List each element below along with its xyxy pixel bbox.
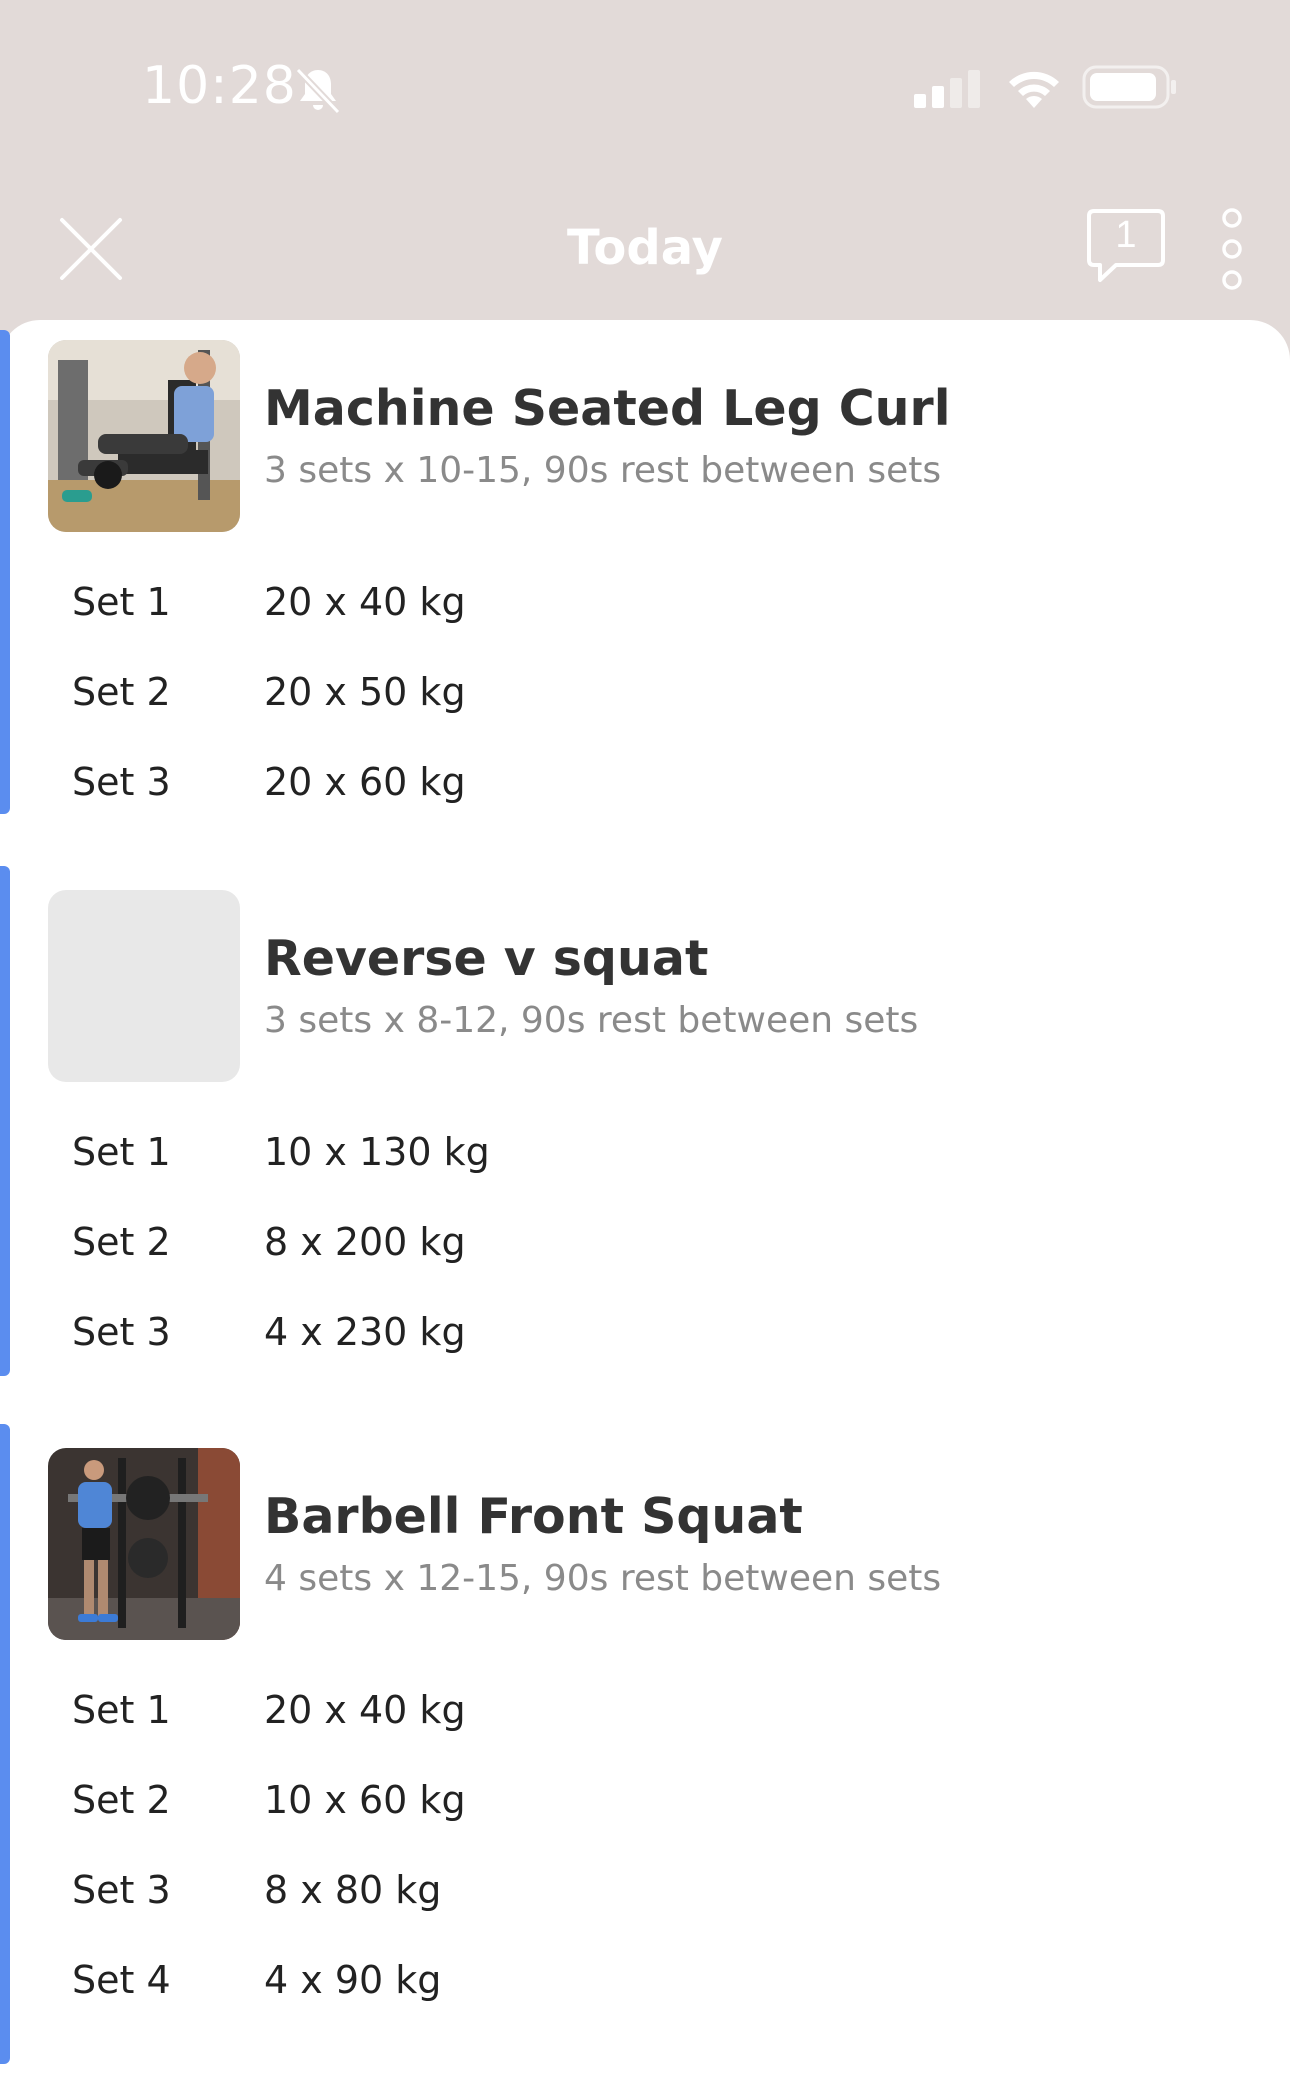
set-row[interactable]: Set 2 10 x 60 kg xyxy=(0,1762,1290,1842)
set-row[interactable]: Set 4 4 x 90 kg xyxy=(0,1942,1290,2022)
set-value: 8 x 80 kg xyxy=(264,1868,442,1912)
set-row[interactable]: Set 1 20 x 40 kg xyxy=(0,564,1290,644)
set-value: 10 x 130 kg xyxy=(264,1130,490,1174)
battery-icon xyxy=(1082,65,1176,109)
exercise-title: Barbell Front Squat xyxy=(264,1488,803,1545)
wifi-icon xyxy=(1009,71,1059,108)
set-row[interactable]: Set 2 20 x 50 kg xyxy=(0,654,1290,734)
set-value: 20 x 50 kg xyxy=(264,670,466,714)
set-label: Set 3 xyxy=(72,1310,171,1354)
exercise-title: Reverse v squat xyxy=(264,930,709,987)
exercise-subtitle: 3 sets x 10-15, 90s rest between sets xyxy=(264,450,942,491)
exercise-thumbnail-placeholder[interactable] xyxy=(48,890,240,1082)
set-label: Set 1 xyxy=(72,1688,171,1732)
exercise-thumbnail[interactable] xyxy=(48,340,240,532)
set-value: 4 x 230 kg xyxy=(264,1310,466,1354)
set-label: Set 1 xyxy=(72,1130,171,1174)
exercise-thumbnail[interactable] xyxy=(48,1448,240,1640)
set-row[interactable]: Set 1 10 x 130 kg xyxy=(0,1114,1290,1194)
set-value: 8 x 200 kg xyxy=(264,1220,466,1264)
set-value: 20 x 40 kg xyxy=(264,580,466,624)
bell-off-icon xyxy=(295,67,341,115)
set-value: 20 x 60 kg xyxy=(264,760,466,804)
workout-sheet: Machine Seated Leg Curl 3 sets x 10-15, … xyxy=(0,320,1290,2080)
front-squat-photo xyxy=(48,1448,240,1640)
comments-button[interactable]: 1 xyxy=(1086,208,1166,284)
more-options-button[interactable] xyxy=(1212,204,1252,294)
set-value: 4 x 90 kg xyxy=(264,1958,442,2002)
exercise-card[interactable]: Barbell Front Squat 4 sets x 12-15, 90s … xyxy=(0,1424,1290,2064)
status-bar: 10:28 xyxy=(0,0,1290,170)
set-value: 20 x 40 kg xyxy=(264,1688,466,1732)
set-row[interactable]: Set 1 20 x 40 kg xyxy=(0,1672,1290,1752)
exercise-title: Machine Seated Leg Curl xyxy=(264,380,951,437)
signal-icon xyxy=(914,70,980,108)
comment-count: 1 xyxy=(1115,214,1137,256)
leg-curl-photo xyxy=(48,340,240,532)
set-label: Set 1 xyxy=(72,580,171,624)
set-label: Set 3 xyxy=(72,760,171,804)
status-time: 10:28 xyxy=(142,56,297,116)
set-label: Set 3 xyxy=(72,1868,171,1912)
exercise-subtitle: 4 sets x 12-15, 90s rest between sets xyxy=(264,1558,942,1599)
set-label: Set 2 xyxy=(72,1778,171,1822)
set-row[interactable]: Set 2 8 x 200 kg xyxy=(0,1204,1290,1284)
set-row[interactable]: Set 3 8 x 80 kg xyxy=(0,1852,1290,1932)
more-vertical-icon xyxy=(1222,208,1242,290)
set-value: 10 x 60 kg xyxy=(264,1778,466,1822)
set-label: Set 4 xyxy=(72,1958,171,2002)
exercise-card[interactable]: Machine Seated Leg Curl 3 sets x 10-15, … xyxy=(0,330,1290,820)
exercise-subtitle: 3 sets x 8-12, 90s rest between sets xyxy=(264,1000,919,1041)
set-label: Set 2 xyxy=(72,1220,171,1264)
top-nav: Today 1 xyxy=(0,170,1290,320)
set-row[interactable]: Set 3 4 x 230 kg xyxy=(0,1294,1290,1374)
set-row[interactable]: Set 3 20 x 60 kg xyxy=(0,744,1290,824)
exercise-card[interactable]: Reverse v squat 3 sets x 8-12, 90s rest … xyxy=(0,866,1290,1376)
set-label: Set 2 xyxy=(72,670,171,714)
